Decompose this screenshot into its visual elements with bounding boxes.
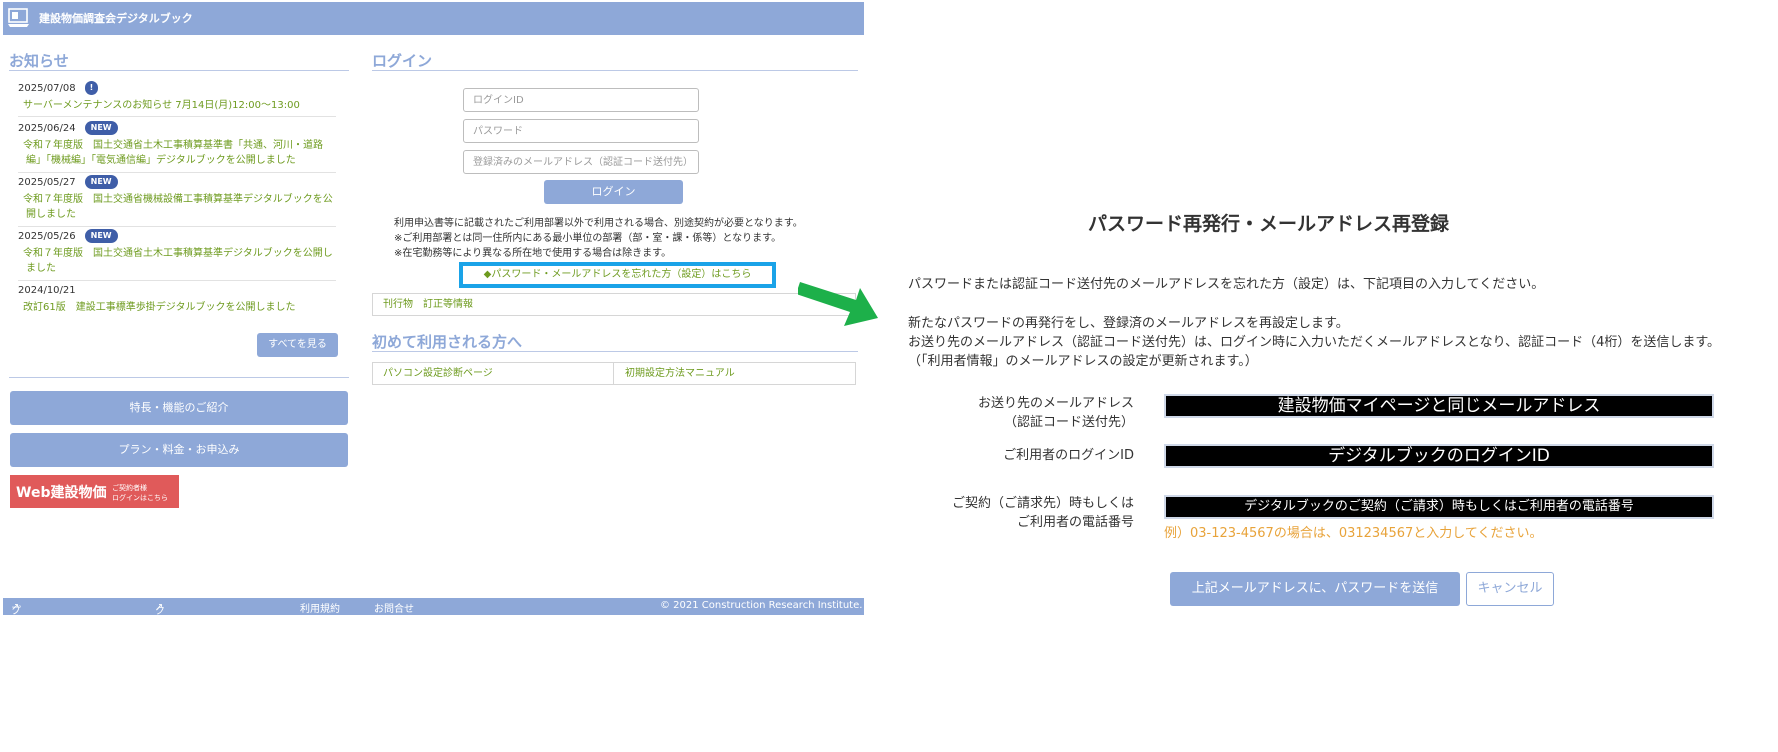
reset-page-title: パスワード再発行・メールアドレス再登録 (1088, 213, 1450, 235)
first-time-divider (372, 351, 858, 352)
app-header: 建設物価調査会デジタルブック (3, 2, 864, 35)
news-date: 2025/07/08 (18, 83, 76, 94)
manual-link[interactable]: 初期設定方法マニュアル (615, 363, 735, 384)
see-all-button[interactable]: すべてを見る (257, 333, 338, 357)
password-input[interactable]: パスワード (463, 119, 699, 143)
login-notes: 利用申込書等に記載されたご利用部署以外で利用される場合、別途契約が必要となります… (394, 218, 803, 259)
news-date: 2025/05/27 (18, 177, 76, 188)
news-divider (9, 70, 349, 71)
footer: プライバシーポリシー ↗ クッキーポリシー ↗ 利用規約 お問合せ © 2021… (3, 598, 864, 752)
plans-button[interactable]: プラン・料金・お申込み (10, 433, 348, 467)
banner-logo-text: Web建設物価 (16, 485, 107, 501)
login-panel-screenshot: 建設物価調査会デジタルブック お知らせ 2025/07/08! サーバーメンテナ… (0, 0, 864, 752)
section-divider (9, 377, 349, 378)
reset-email-field[interactable]: 建設物価マイページと同じメールアドレス (1164, 394, 1714, 418)
features-button[interactable]: 特長・機能のご紹介 (10, 391, 348, 425)
app-title: 建設物価調査会デジタルブック (39, 12, 193, 25)
reset-login-id-field[interactable]: デジタルブックのログインID (1164, 444, 1714, 468)
login-id-input[interactable]: ログインID (463, 88, 699, 112)
reset-phone-field[interactable]: デジタルブックのご契約（ご請求）時もしくはご利用者の電話番号 (1164, 495, 1714, 519)
external-link-icon: ↗ (155, 602, 164, 613)
news-link[interactable]: 改訂61版 建設工事標準歩掛デジタルブックを公開しました (18, 300, 336, 315)
terms-link[interactable]: 利用規約 (300, 600, 340, 615)
login-heading: ログイン (372, 52, 433, 70)
news-link[interactable]: 令和７年度版 国土交通省土木工事積算基準デジタルブックを公開しました (18, 246, 336, 276)
phone-hint: 例）03-123-4567の場合は、031234567と入力してください。 (1164, 526, 1543, 541)
phone-field-label: ご契約（ご請求先）時もしくは ご利用者の電話番号 (951, 496, 1134, 530)
login-button[interactable]: ログイン (544, 180, 683, 204)
copyright: © 2021 Construction Research Institute. (660, 600, 863, 611)
book-logo-icon (8, 8, 29, 27)
news-heading: お知らせ (9, 52, 69, 70)
publication-corrections-link[interactable]: 刊行物 訂正等情報 (373, 294, 473, 315)
alert-badge: ! (84, 81, 99, 95)
first-time-heading: 初めて利用される方へ (372, 333, 523, 351)
contact-link[interactable]: お問合せ (374, 600, 414, 615)
login-divider (372, 70, 858, 71)
reset-description-2: お送り先のメールアドレス（認証コード送付先）は、ログイン時に入力いただくメールア… (908, 335, 1721, 350)
news-date: 2024/10/21 (18, 285, 76, 296)
banner-subtext: ご契約者様 ログインはこちら (112, 484, 168, 502)
news-item[interactable]: 2025/07/08! サーバーメンテナンスのお知らせ 7月14日(月)12:0… (18, 80, 336, 117)
news-link[interactable]: 令和７年度版 国土交通省機械設備工事積算基準デジタルブックを公開しました (18, 192, 336, 222)
reset-intro: パスワードまたは認証コード送付先のメールアドレスを忘れた方（設定）は、下記項目の… (908, 277, 1545, 292)
email-field-label: お送り先のメールアドレス （認証コード送付先） (977, 396, 1134, 430)
web-kensetsu-banner[interactable]: Web建設物価 ご契約者様 ログインはこちら (10, 475, 179, 508)
news-date: 2025/05/26 (18, 231, 76, 242)
publication-row: 刊行物 訂正等情報 (372, 293, 856, 316)
email-input[interactable]: 登録済みのメールアドレス（認証コード送付先） (463, 150, 699, 174)
news-item[interactable]: 2025/06/24 NEW 令和７年度版 国土交通省土木工事積算基準書「共通、河… (18, 120, 336, 173)
send-password-button[interactable]: 上記メールアドレスに、パスワードを送信 (1170, 572, 1460, 606)
reset-description-3: （「利用者情報」のメールアドレスの設定が更新されます。） (908, 354, 1258, 369)
cancel-button[interactable]: キャンセル (1466, 572, 1554, 606)
news-item[interactable]: 2025/05/27 NEW 令和７年度版 国土交通省機械設備工事積算基準デジタル… (18, 174, 336, 227)
first-time-links: パソコン設定診断ページ 初期設定方法マニュアル (372, 362, 856, 385)
news-link[interactable]: 令和７年度版 国土交通省土木工事積算基準書「共通、河川・道路編」「機械編」「電気… (18, 138, 336, 168)
news-date: 2025/06/24 (18, 123, 76, 134)
news-item[interactable]: 2024/10/21 改訂61版 建設工事標準歩掛デジタルブックを公開しました (18, 282, 336, 318)
news-item[interactable]: 2025/05/26 NEW 令和７年度版 国土交通省土木工事積算基準デジタルブッ… (18, 228, 336, 281)
new-badge: NEW (84, 175, 118, 189)
external-link-icon: ↗ (11, 602, 20, 613)
reset-description-1: 新たなパスワードの再発行をし、登録済のメールアドレスを再設定します。 (908, 316, 1349, 331)
forgot-password-link[interactable]: ◆パスワード・メールアドレスを忘れた方（設定）はこちら (459, 262, 776, 288)
login-id-field-label: ご利用者のログインID (1003, 448, 1134, 463)
pc-check-link[interactable]: パソコン設定診断ページ (373, 363, 614, 384)
new-badge: NEW (84, 229, 118, 243)
arrow-right-icon (798, 282, 878, 326)
new-badge: NEW (84, 121, 118, 135)
news-link[interactable]: サーバーメンテナンスのお知らせ 7月14日(月)12:00〜13:00 (18, 98, 336, 113)
